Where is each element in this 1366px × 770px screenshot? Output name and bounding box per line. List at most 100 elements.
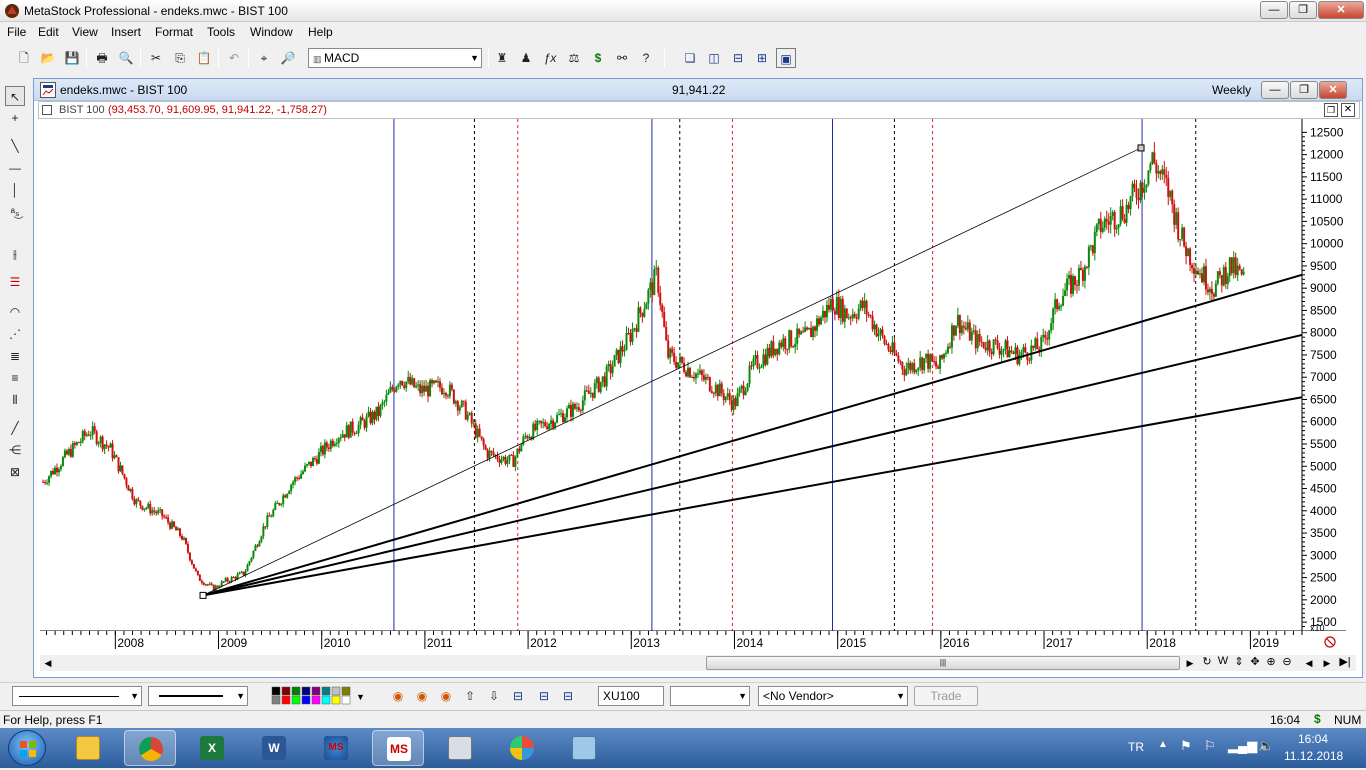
new-file-icon[interactable]: 🗋 xyxy=(14,48,34,68)
layout-icon-2[interactable]: ⊟ xyxy=(534,686,554,706)
network-warning-icon[interactable]: ⚑ xyxy=(1180,738,1192,754)
child-close-button[interactable]: ✕ xyxy=(1319,81,1347,99)
text-tool-icon[interactable]: ᵃ͜ₛ xyxy=(5,202,25,222)
time-zones-icon[interactable]: ⦀ xyxy=(5,390,25,410)
select-inner-window-icon[interactable] xyxy=(42,105,52,115)
symbol-history-select[interactable]: ▼ xyxy=(670,686,750,706)
line-weight-select[interactable]: ▼ xyxy=(148,686,248,706)
sell-arrow-icon[interactable]: ⇩ xyxy=(484,686,504,706)
inner-close-icon[interactable]: ✕ xyxy=(1341,103,1355,117)
zoom-vertical-icon[interactable]: ⇕ xyxy=(1232,655,1246,668)
cascade-icon[interactable]: ❏ xyxy=(680,48,700,68)
taskbar-explorer[interactable] xyxy=(62,730,114,766)
horizontal-scrollbar[interactable]: ◀ ||| ▶ ↻ W ⇕ ✥ ⊕ ⊖ ◀ ▶ ▶| xyxy=(40,655,1356,671)
tile-grid-icon[interactable]: ⊞ xyxy=(752,48,772,68)
menu-file[interactable]: File xyxy=(7,25,26,39)
parallel-lines-icon[interactable]: ⫲ xyxy=(5,244,25,264)
chart-refresh-icon[interactable]: ↻ xyxy=(1200,655,1214,668)
window-options-icon[interactable]: ▣ xyxy=(776,48,796,68)
fan-tool-icon[interactable]: ⋰ xyxy=(5,324,25,344)
copy-icon[interactable]: ⎘ xyxy=(170,48,190,68)
fibonacci-icon[interactable]: ☰ xyxy=(5,272,25,292)
taskbar-chrome[interactable] xyxy=(124,730,176,766)
scroll-back-icon[interactable]: ◀ xyxy=(1302,655,1316,671)
action-center-icon[interactable]: ⚐ xyxy=(1204,738,1216,754)
scroll-right-icon[interactable]: ▶ xyxy=(1183,655,1197,671)
periodicity-label[interactable]: Weekly xyxy=(1212,83,1251,97)
scroll-forward-icon[interactable]: ▶ xyxy=(1320,655,1334,671)
horizontal-line-icon[interactable]: — xyxy=(5,158,25,178)
undo-icon[interactable]: ↶ xyxy=(224,48,244,68)
scroll-thumb[interactable]: ||| xyxy=(706,656,1180,670)
scroll-left-icon[interactable]: ◀ xyxy=(40,655,56,671)
buy-arrow-icon[interactable]: ⇧ xyxy=(460,686,480,706)
print-icon[interactable]: 🖶 xyxy=(92,48,112,68)
taskbar-notes[interactable] xyxy=(558,730,610,766)
symbol-input[interactable]: XU100 xyxy=(598,686,664,706)
retracement-icon[interactable]: ≣ xyxy=(5,346,25,366)
gann-grid-icon[interactable]: ⊠ xyxy=(5,462,25,482)
price-chart[interactable]: 1500200025003000350040004500500055006000… xyxy=(40,119,1360,655)
extension-icon[interactable]: ≡ xyxy=(5,368,25,388)
clock-time[interactable]: 16:04 xyxy=(1298,732,1328,746)
trendline-tool-icon[interactable]: ╲ xyxy=(5,136,25,156)
taskbar-word[interactable]: W xyxy=(248,730,300,766)
menu-help[interactable]: Help xyxy=(308,25,333,39)
tile-vertical-icon[interactable]: ◫ xyxy=(704,48,724,68)
child-minimize-button[interactable]: — xyxy=(1261,81,1289,99)
clock-date[interactable]: 11.12.2018 xyxy=(1284,749,1343,763)
zoom-move-icon[interactable]: ✥ xyxy=(1248,655,1262,668)
zoom-icon[interactable]: 🔎 xyxy=(278,48,298,68)
trade-button[interactable]: Trade xyxy=(914,686,978,706)
regression-icon[interactable]: ╱ xyxy=(5,418,25,438)
periodicity-w-icon[interactable]: W xyxy=(1216,655,1230,667)
zoom-in-icon[interactable]: ⊕ xyxy=(1264,655,1278,668)
formula-icon[interactable]: ƒx xyxy=(540,48,560,68)
zoom-out-icon[interactable]: ⊖ xyxy=(1280,655,1294,668)
menu-window[interactable]: Window xyxy=(250,25,293,39)
explorer-icon[interactable]: ♟ xyxy=(516,48,536,68)
signal-icon[interactable]: ▂▄▆ xyxy=(1228,738,1257,754)
taskbar-calculator[interactable] xyxy=(434,730,486,766)
crosshair-icon[interactable]: ⌖ xyxy=(254,48,274,68)
vendor-select[interactable]: <No Vendor> ▼ xyxy=(758,686,908,706)
dollar-icon[interactable]: $ xyxy=(588,48,608,68)
close-button[interactable]: ✕ xyxy=(1318,1,1364,19)
taskbar-paint[interactable] xyxy=(496,730,548,766)
system-tester-icon[interactable]: ⚖ xyxy=(564,48,584,68)
open-folder-icon[interactable]: 📂 xyxy=(38,48,58,68)
color-palette[interactable]: ▼ xyxy=(270,686,366,706)
taskbar-metastock-net[interactable]: MS xyxy=(310,730,362,766)
layout-icon-1[interactable]: ⊟ xyxy=(508,686,528,706)
chrome-style-icon-1[interactable]: ◉ xyxy=(388,686,408,706)
menu-insert[interactable]: Insert xyxy=(111,25,141,39)
taskbar-excel[interactable]: X xyxy=(186,730,238,766)
binoculars-icon[interactable]: ⚯ xyxy=(612,48,632,68)
menu-format[interactable]: Format xyxy=(155,25,193,39)
menu-view[interactable]: View xyxy=(72,25,98,39)
tile-horizontal-icon[interactable]: ⊟ xyxy=(728,48,748,68)
start-button[interactable] xyxy=(8,730,46,766)
vertical-line-icon[interactable]: │ xyxy=(5,180,25,200)
menu-edit[interactable]: Edit xyxy=(38,25,59,39)
pointer-icon[interactable]: ↖ xyxy=(5,86,25,106)
scroll-end-icon[interactable]: ▶| xyxy=(1338,655,1352,668)
volume-icon[interactable]: 🔈 xyxy=(1258,738,1274,754)
chrome-style-icon-2[interactable]: ◉ xyxy=(412,686,432,706)
chrome-style-icon-3[interactable]: ◉ xyxy=(436,686,456,706)
print-preview-icon[interactable]: 🔍 xyxy=(116,48,136,68)
layout-icon-3[interactable]: ⊟ xyxy=(558,686,578,706)
restore-button[interactable]: ❐ xyxy=(1289,1,1317,19)
cut-icon[interactable]: ✂ xyxy=(146,48,166,68)
child-restore-button[interactable]: ❐ xyxy=(1290,81,1318,99)
minimize-button[interactable]: — xyxy=(1260,1,1288,19)
gann-fan-icon[interactable]: ⋲ xyxy=(5,440,25,460)
indicator-select[interactable]: ▥ MACD ▼ xyxy=(308,48,482,68)
expert-advisor-icon[interactable]: ♜ xyxy=(492,48,512,68)
taskbar-metastock[interactable]: MS xyxy=(372,730,424,766)
paste-icon[interactable]: 📋 xyxy=(194,48,214,68)
crosshair-tool-icon[interactable]: + xyxy=(5,108,25,128)
inner-restore-icon[interactable]: ❐ xyxy=(1324,103,1338,117)
save-icon[interactable]: 💾 xyxy=(62,48,82,68)
menu-tools[interactable]: Tools xyxy=(207,25,235,39)
